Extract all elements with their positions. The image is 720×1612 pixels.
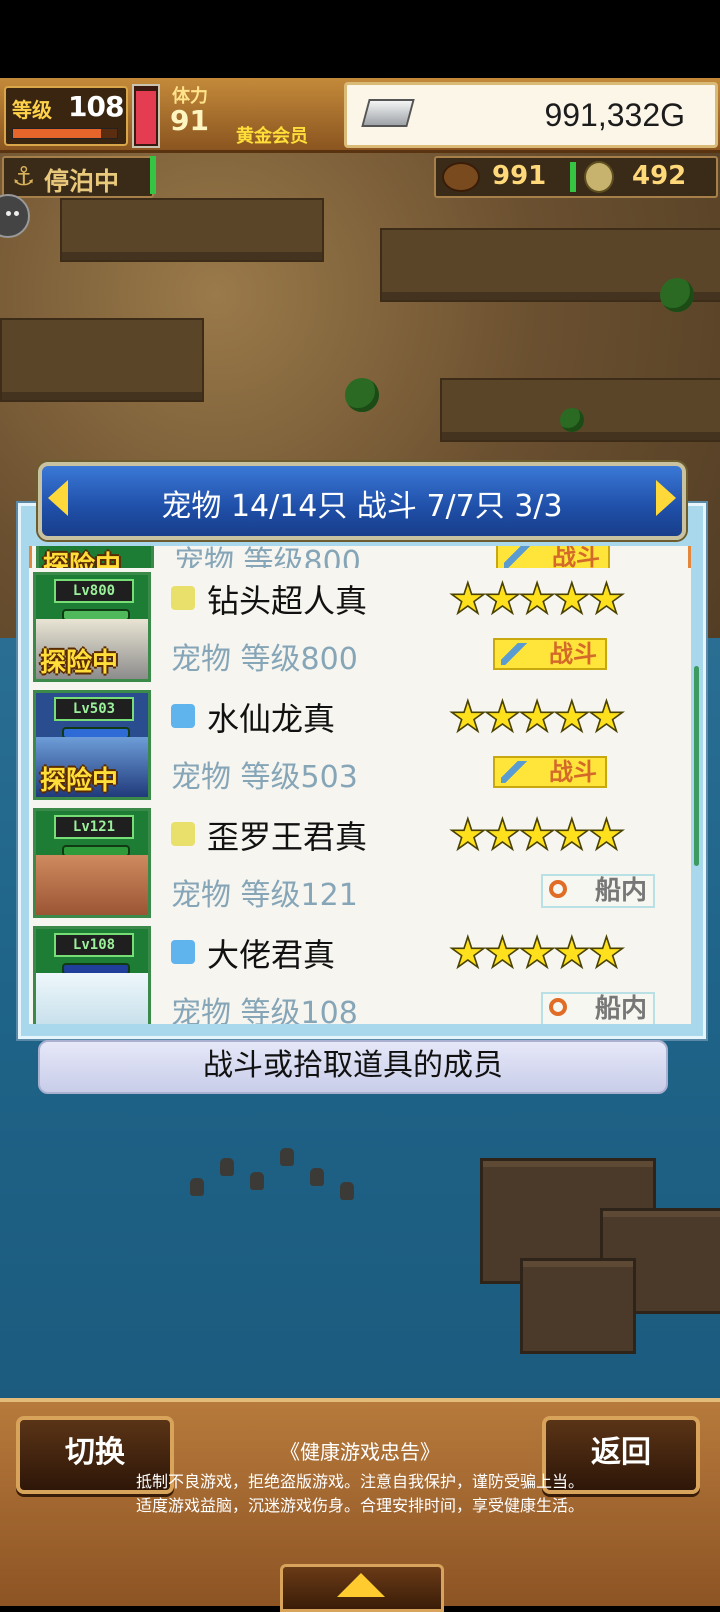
rock — [310, 1168, 324, 1186]
pet-name: 歪罗王君真 — [207, 818, 368, 856]
pet-list-header: 宠物 14/14只 战斗 7/7只 3/3 — [38, 462, 686, 540]
health-advisory-title: 《健康游戏忠告》 — [280, 1440, 440, 1464]
rock — [340, 1182, 354, 1200]
dock-indicator — [150, 156, 156, 194]
pet-name: 大佬君真 — [207, 936, 336, 974]
earth-element-icon — [171, 822, 195, 846]
star-rating: ★★★★★ — [448, 691, 626, 742]
exploring-tag: 探险中 — [40, 766, 119, 796]
resource2-value: 492 — [632, 161, 687, 191]
health-advisory-line: 抵制不良游戏，拒绝盗版游戏。注意自我保护，谨防受骗上当。 — [135, 1472, 584, 1491]
pet-thumbnail: Lv121 — [33, 808, 151, 918]
gold-value: 991,332G — [544, 97, 685, 133]
pet-level-text: 宠物 等级800 — [171, 642, 358, 677]
rock — [280, 1148, 294, 1166]
pet-level-text: 宠物 等级108 — [171, 996, 358, 1024]
anchor-icon: ⚓ — [12, 162, 36, 192]
rock — [220, 1158, 234, 1176]
cliff-ledge — [60, 198, 324, 262]
fight-status-badge: 战斗 — [493, 638, 607, 670]
pet-thumbnail: Lv800 探险中 — [33, 572, 151, 682]
pet-row[interactable]: Lv503 探险中 水仙龙真 ★★★★★ 宠物 等级503 战斗 — [29, 686, 691, 807]
dock-status[interactable]: ⚓ 停泊中 — [2, 156, 154, 198]
earth-element-icon — [171, 586, 195, 610]
coin-icon — [584, 161, 614, 193]
next-page-arrow-icon[interactable] — [656, 480, 676, 516]
dock-status-label: 停泊中 — [44, 167, 120, 196]
level-tag: Lv121 — [54, 815, 134, 839]
pet-list[interactable]: 探险中 宠物 等级800 战斗 Lv800 探险中 钻头超人真 ★★★★★ 宠物… — [29, 546, 691, 1024]
list-scrollbar[interactable] — [694, 666, 699, 866]
star-rating: ★★★★★ — [448, 927, 626, 978]
sword-icon — [501, 761, 527, 783]
fight-status-badge: 战斗 — [493, 756, 607, 788]
secondary-status-bar: ⚓ 停泊中 991 492 — [0, 152, 720, 202]
pet-list-panel: 探险中 宠物 等级800 战斗 Lv800 探险中 钻头超人真 ★★★★★ 宠物… — [18, 503, 706, 1039]
pet-level-text: 宠物 等级503 — [171, 760, 358, 795]
level-tag: Lv503 — [54, 697, 134, 721]
pet-name: 水仙龙真 — [207, 700, 336, 738]
water-element-icon — [171, 940, 195, 964]
pet-name: 钻头超人真 — [207, 582, 368, 620]
info-bar: 战斗或拾取道具的成员 — [38, 1040, 668, 1094]
stamina-gauge-fill — [136, 91, 156, 144]
expand-menu-button[interactable] — [280, 1564, 444, 1612]
star-rating: ★★★★★ — [448, 573, 626, 624]
resource-divider — [570, 162, 576, 192]
resource1-value: 991 — [492, 161, 547, 191]
exploring-tag: 探险中 — [40, 648, 119, 678]
pet-portrait — [36, 973, 148, 1024]
on-ship-status-badge: 船内 — [541, 992, 655, 1024]
rock — [250, 1172, 264, 1190]
health-advisory-line: 适度游戏益脑，沉迷游戏伤身。合理安排时间，享受健康生活。 — [135, 1496, 584, 1515]
sword-icon — [504, 546, 530, 568]
up-arrow-icon — [337, 1573, 385, 1597]
pet-row[interactable]: Lv800 探险中 钻头超人真 ★★★★★ 宠物 等级800 战斗 — [29, 568, 691, 689]
footer: 切换 返回 《健康游戏忠告》 抵制不良游戏，拒绝盗版游戏。注意自我保护，谨防受骗… — [0, 1398, 720, 1612]
stamina-gauge — [132, 84, 160, 148]
member-badge: 黄金会员 — [236, 126, 308, 147]
tree — [560, 408, 584, 432]
silver-bar-icon — [361, 99, 415, 127]
level-tag: Lv108 — [54, 933, 134, 957]
on-ship-status-badge: 船内 — [541, 874, 655, 908]
tree — [345, 378, 379, 412]
water-element-icon — [171, 704, 195, 728]
level-tag: Lv800 — [54, 579, 134, 603]
sword-icon — [501, 643, 527, 665]
resource-display: 991 492 — [434, 156, 718, 198]
pet-row[interactable]: Lv121 歪罗王君真 ★★★★★ 宠物 等级121 船内 — [29, 804, 691, 925]
header-title: 宠物 14/14只 战斗 7/7只 3/3 — [161, 489, 563, 524]
island — [520, 1258, 636, 1354]
pet-row[interactable]: Lv108 大佬君真 ★★★★★ 宠物 等级108 船内 — [29, 922, 691, 1024]
level-label: 等级 — [12, 98, 52, 122]
magnifier-icon — [549, 998, 567, 1016]
star-rating: ★★★★★ — [448, 809, 626, 860]
magnifier-icon — [549, 880, 567, 898]
level-progress-fill — [13, 129, 102, 138]
cliff-ledge — [440, 378, 720, 442]
pet-portrait — [36, 855, 148, 915]
top-status-bar: 等级 108 体力 91 黄金会员 991,332G — [0, 78, 720, 153]
level-progress-bar — [12, 128, 118, 139]
pet-level-text: 宠物 等级121 — [171, 878, 358, 913]
pet-thumbnail: Lv503 探险中 — [33, 690, 151, 800]
tree — [660, 278, 694, 312]
gold-display[interactable]: 991,332G — [344, 82, 718, 148]
wood-icon — [442, 162, 480, 192]
rock — [190, 1178, 204, 1196]
cliff-ledge — [0, 318, 204, 402]
level-display: 等级 108 — [4, 86, 128, 146]
stamina-value: 91 — [170, 104, 209, 137]
level-value: 108 — [68, 90, 124, 123]
pet-thumbnail: Lv108 — [33, 926, 151, 1024]
